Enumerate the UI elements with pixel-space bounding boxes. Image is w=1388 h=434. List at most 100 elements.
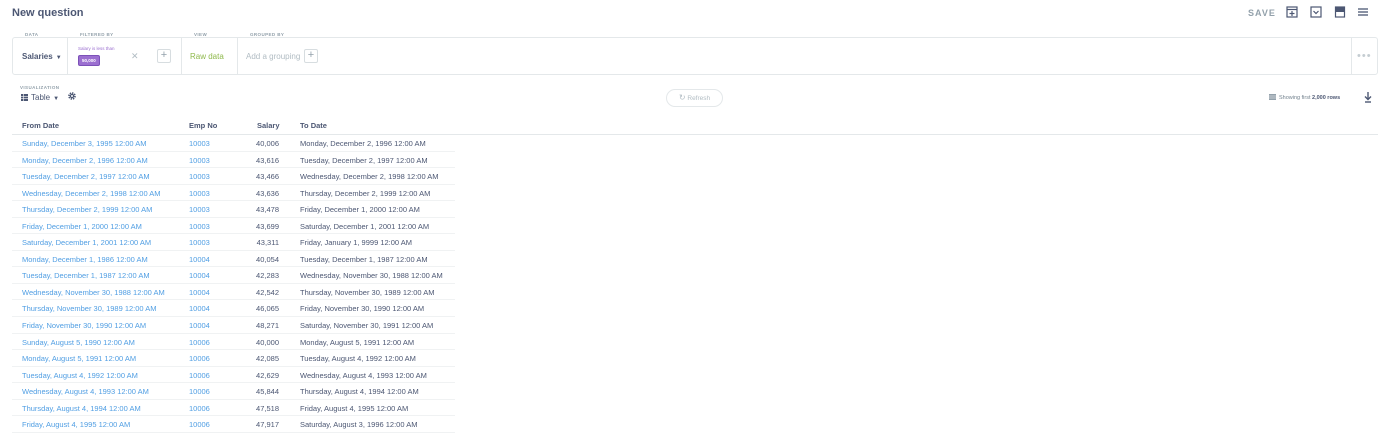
- chevron-down-icon: ▼: [53, 96, 60, 102]
- column-header-emp-no[interactable]: Emp No: [189, 121, 217, 130]
- cell-from-date[interactable]: Friday, August 4, 1995 12:00 AM: [22, 420, 130, 429]
- cell-emp-no[interactable]: 10006: [189, 354, 210, 363]
- column-header-to-date[interactable]: To Date: [300, 121, 327, 130]
- cell-from-date[interactable]: Monday, December 2, 1996 12:00 AM: [22, 156, 148, 165]
- cell-to-date: Friday, August 4, 1995 12:00 AM: [300, 403, 409, 413]
- cell-emp-no[interactable]: 10004: [189, 271, 210, 280]
- cell-to-date: Saturday, August 3, 1996 12:00 AM: [300, 420, 418, 430]
- cell-to-date: Saturday, November 30, 1991 12:00 AM: [300, 321, 434, 331]
- cell-salary: 40,006: [256, 139, 279, 148]
- cell-from-date[interactable]: Monday, August 5, 1991 12:00 AM: [22, 354, 136, 363]
- cell-to-date: Friday, December 1, 2000 12:00 AM: [300, 205, 420, 215]
- column-header-from-date[interactable]: From Date: [22, 121, 59, 130]
- row-count-value: 2,000 rows: [1312, 95, 1341, 101]
- cell-salary: 43,616: [256, 155, 279, 165]
- add-grouping-button[interactable]: +: [304, 49, 318, 63]
- cell-from-date[interactable]: Thursday, December 2, 1999 12:00 AM: [22, 205, 152, 214]
- cell-to-date: Wednesday, August 4, 1993 12:00 AM: [300, 370, 427, 380]
- query-builder: DATA Salaries ▼ FILTERED BY Salary is les…: [12, 32, 1378, 75]
- remove-filter-icon[interactable]: ✕: [131, 51, 139, 62]
- column-header-salary[interactable]: Salary: [257, 121, 280, 130]
- cell-emp-no[interactable]: 10006: [189, 371, 210, 380]
- cell-salary: 43,478: [256, 205, 279, 215]
- chevron-down-icon: ▼: [55, 55, 62, 61]
- save-button[interactable]: SAVE: [1248, 8, 1276, 18]
- menu-icon[interactable]: [1357, 6, 1369, 18]
- table-row: Monday, December 1, 1986 12:00 AM 10004 40…: [12, 251, 455, 268]
- add-filter-button[interactable]: +: [157, 49, 171, 63]
- cell-emp-no[interactable]: 10003: [189, 189, 210, 198]
- header-bar: New question SAVE: [0, 0, 1388, 28]
- visualization-type: Table: [31, 93, 51, 102]
- visualization-select[interactable]: Table ▼: [21, 93, 59, 102]
- cell-from-date[interactable]: Wednesday, November 30, 1988 12:00 AM: [22, 288, 165, 297]
- view-select[interactable]: Raw data: [190, 52, 224, 61]
- data-label: DATA: [23, 32, 41, 37]
- cell-from-date[interactable]: Tuesday, December 2, 1997 12:00 AM: [22, 172, 150, 181]
- page-title: New question: [12, 7, 84, 19]
- cell-to-date: Tuesday, December 1, 1987 12:00 AM: [300, 254, 428, 264]
- table-row: Thursday, August 4, 1994 12:00 AM 10006 47…: [12, 400, 455, 417]
- cell-emp-no[interactable]: 10006: [189, 387, 210, 396]
- table-body: Sunday, December 3, 1995 12:00 AM 10003 40…: [12, 135, 1378, 433]
- cell-to-date: Monday, December 2, 1996 12:00 AM: [300, 139, 426, 148]
- cell-from-date[interactable]: Sunday, December 3, 1995 12:00 AM: [22, 139, 147, 148]
- cell-from-date[interactable]: Wednesday, August 4, 1993 12:00 AM: [22, 387, 149, 396]
- refresh-label: Refresh: [687, 95, 711, 102]
- cell-salary: 42,283: [256, 271, 279, 281]
- cell-from-date[interactable]: Monday, December 1, 1986 12:00 AM: [22, 255, 148, 264]
- cell-from-date[interactable]: Thursday, November 30, 1989 12:00 AM: [22, 304, 157, 313]
- cell-from-date[interactable]: Tuesday, December 1, 1987 12:00 AM: [22, 271, 150, 280]
- more-options-icon[interactable]: •••: [1357, 50, 1372, 62]
- bookmark-icon[interactable]: [1334, 6, 1346, 18]
- cell-to-date: Thursday, November 30, 1989 12:00 AM: [300, 287, 435, 297]
- cell-from-date[interactable]: Wednesday, December 2, 1998 12:00 AM: [22, 189, 161, 198]
- cell-to-date: Monday, August 5, 1991 12:00 AM: [300, 337, 415, 347]
- cell-emp-no[interactable]: 10003: [189, 238, 210, 247]
- table-row: Wednesday, November 30, 1988 12:00 AM 100…: [12, 284, 455, 301]
- cell-emp-no[interactable]: 10003: [189, 172, 210, 181]
- cell-from-date[interactable]: Friday, November 30, 1990 12:00 AM: [22, 321, 146, 330]
- cell-salary: 47,518: [256, 403, 279, 413]
- view-label: VIEW: [192, 32, 210, 37]
- visualization-label: VISUALIZATION: [20, 85, 60, 90]
- cell-from-date[interactable]: Friday, December 1, 2000 12:00 AM: [22, 222, 142, 231]
- grouping-section: GROUPED BY Add a grouping +: [238, 32, 1352, 74]
- cell-salary: 43,466: [256, 172, 279, 182]
- cell-salary: 46,065: [256, 304, 279, 314]
- cell-emp-no[interactable]: 10003: [189, 222, 210, 231]
- gear-icon[interactable]: [67, 91, 77, 101]
- cell-emp-no[interactable]: 10004: [189, 255, 210, 264]
- refresh-button[interactable]: ↻ Refresh: [666, 89, 723, 107]
- cell-emp-no[interactable]: 10004: [189, 321, 210, 330]
- cell-salary: 42,085: [256, 354, 279, 364]
- table-icon: [1269, 94, 1276, 100]
- data-source-select[interactable]: Salaries ▼: [22, 52, 62, 61]
- cell-to-date: Friday, January 1, 9999 12:00 AM: [300, 238, 413, 248]
- filter-value-pill[interactable]: 50,000: [78, 55, 100, 66]
- table-row: Wednesday, December 2, 1998 12:00 AM 1000…: [12, 185, 455, 202]
- table-row: Monday, August 5, 1991 12:00 AM 10006 42,0…: [12, 350, 455, 367]
- cell-emp-no[interactable]: 10003: [189, 156, 210, 165]
- cell-emp-no[interactable]: 10004: [189, 304, 210, 313]
- cell-emp-no[interactable]: 10006: [189, 338, 210, 347]
- cell-salary: 45,844: [256, 387, 279, 397]
- table-header: From Date Emp No Salary To Date: [12, 117, 1378, 135]
- cell-from-date[interactable]: Sunday, August 5, 1990 12:00 AM: [22, 338, 135, 347]
- cell-emp-no[interactable]: 10006: [189, 420, 210, 429]
- cell-from-date[interactable]: Tuesday, August 4, 1992 12:00 AM: [22, 371, 138, 380]
- filter-description: Salary is less than: [78, 46, 115, 51]
- download-embed-icon[interactable]: [1310, 6, 1322, 18]
- cell-emp-no[interactable]: 10003: [189, 205, 210, 214]
- cell-from-date[interactable]: Saturday, December 1, 2001 12:00 AM: [22, 238, 151, 247]
- cell-from-date[interactable]: Thursday, August 4, 1994 12:00 AM: [22, 404, 141, 413]
- add-grouping-link[interactable]: Add a grouping: [246, 52, 300, 61]
- cell-emp-no[interactable]: 10004: [189, 288, 210, 297]
- download-icon[interactable]: [1363, 91, 1373, 103]
- table-row: Saturday, December 1, 2001 12:00 AM 10003…: [12, 234, 455, 251]
- cell-emp-no[interactable]: 10003: [189, 139, 210, 148]
- cell-salary: 42,542: [256, 287, 279, 297]
- add-to-dashboard-icon[interactable]: [1286, 6, 1298, 18]
- data-section: DATA Salaries ▼: [13, 32, 68, 74]
- cell-emp-no[interactable]: 10006: [189, 404, 210, 413]
